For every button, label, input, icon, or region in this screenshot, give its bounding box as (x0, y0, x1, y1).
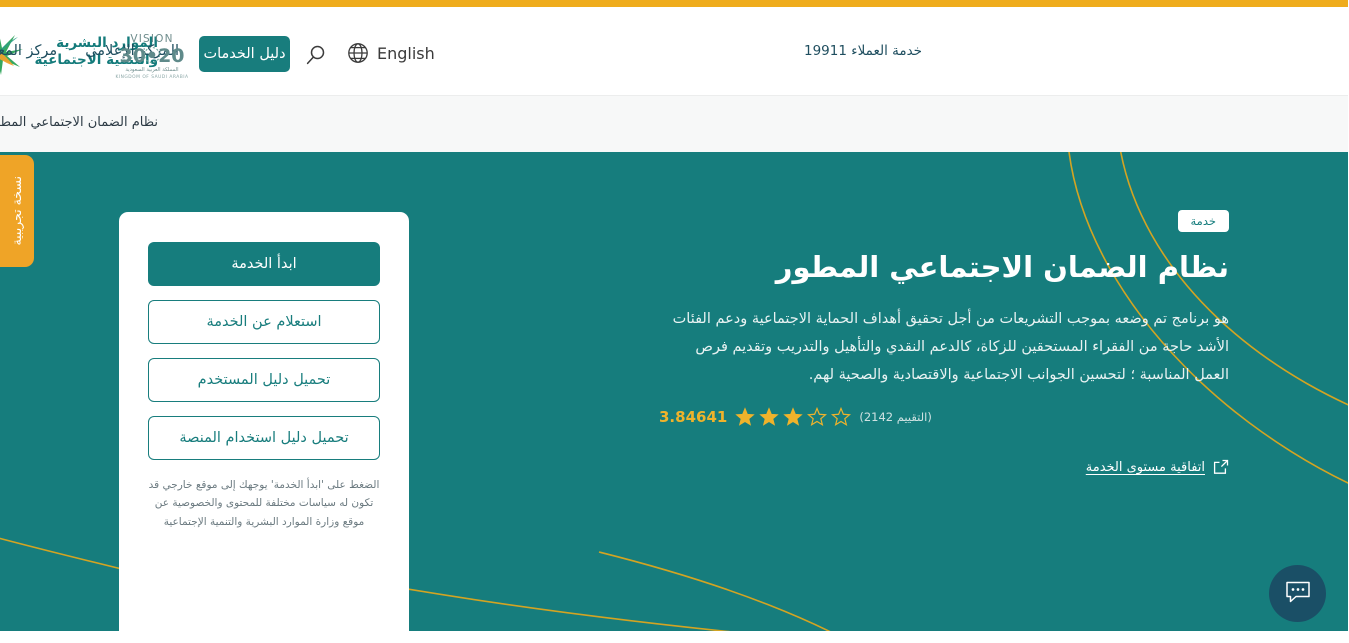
vision-2030-logo[interactable]: VISION 20•30 المملكة العربية السعودية KI… (105, 29, 201, 81)
inquire-service-button[interactable]: استعلام عن الخدمة (149, 300, 381, 344)
beta-version-tab[interactable]: نسخة تجريبية (0, 155, 35, 267)
svg-text:KINGDOM OF SAUDI ARABIA: KINGDOM OF SAUDI ARABIA (116, 74, 189, 80)
rating-count: (التقييم 2142) (860, 410, 933, 425)
page-root: الموارد البشرية والتنمية الاجتماعية الوز… (0, 0, 1349, 643)
external-site-disclaimer: الضغط على 'ابدأ الخدمة' يوجهك إلى موقع خ… (149, 479, 381, 528)
language-switcher[interactable]: English (347, 41, 436, 65)
page-title: نظام الضمان الاجتماعي المطور (776, 250, 1230, 284)
services-directory-button[interactable]: دليل الخدمات (200, 36, 291, 72)
chat-button[interactable] (1270, 565, 1327, 622)
svg-text:VISION: VISION (131, 33, 174, 45)
chat-bubble-icon (1284, 577, 1314, 611)
service-info: خدمة نظام الضمان الاجتماعي المطور هو برن… (660, 210, 1230, 479)
rating-value: 3.84641 (660, 408, 729, 427)
svg-text:المملكة العربية السعودية: المملكة العربية السعودية (126, 67, 179, 73)
star-empty-4[interactable] (808, 407, 829, 427)
svg-text:20•30: 20•30 (120, 45, 185, 67)
hero-section: خدمة نظام الضمان الاجتماعي المطور هو برن… (0, 152, 1349, 631)
download-user-guide-button[interactable]: تحميل دليل المستخدم (149, 358, 381, 402)
external-link-icon (1214, 459, 1230, 475)
rating-stars[interactable] (736, 407, 853, 427)
customer-service-number[interactable]: خدمة العملاء 19911 (805, 43, 923, 59)
sla-link-label: اتفاقية مستوى الخدمة (1086, 459, 1206, 475)
star-empty-5[interactable] (832, 407, 853, 427)
breadcrumb-item-current: نظام الضمان الاجتماعي المطور (0, 115, 159, 130)
service-description: هو برنامج تم وضعه بموجب التشريعات من أجل… (673, 310, 1230, 384)
star-filled-3[interactable] (784, 407, 805, 427)
breadcrumb: الرئيسية ❯ خدمات الوزارة ❯ دليل الخدمات … (0, 115, 159, 130)
language-label: English (378, 43, 436, 63)
start-service-button[interactable]: ابدأ الخدمة (149, 242, 381, 286)
sla-link[interactable]: اتفاقية مستوى الخدمة (1087, 459, 1230, 475)
download-platform-guide-button[interactable]: تحميل دليل استخدام المنصة (149, 416, 381, 460)
breadcrumb-bar: الرئيسية ❯ خدمات الوزارة ❯ دليل الخدمات … (0, 95, 1349, 225)
star-filled-2[interactable] (760, 407, 781, 427)
service-type-badge: خدمة (1178, 210, 1230, 232)
site-header: الموارد البشرية والتنمية الاجتماعية الوز… (0, 7, 1349, 95)
top-accent-strip (0, 0, 1349, 7)
search-icon[interactable] (305, 43, 329, 67)
service-rating: 3.84641 (التقييم 2142) (660, 407, 1230, 427)
globe-icon (347, 41, 371, 65)
beta-version-label: نسخة تجريبية (10, 176, 25, 246)
star-filled-1[interactable] (736, 407, 757, 427)
nav-item-knowledge-center[interactable]: مركز المعرفة (0, 43, 58, 59)
service-action-card: ابدأ الخدمة استعلام عن الخدمة تحميل دليل… (120, 212, 410, 631)
